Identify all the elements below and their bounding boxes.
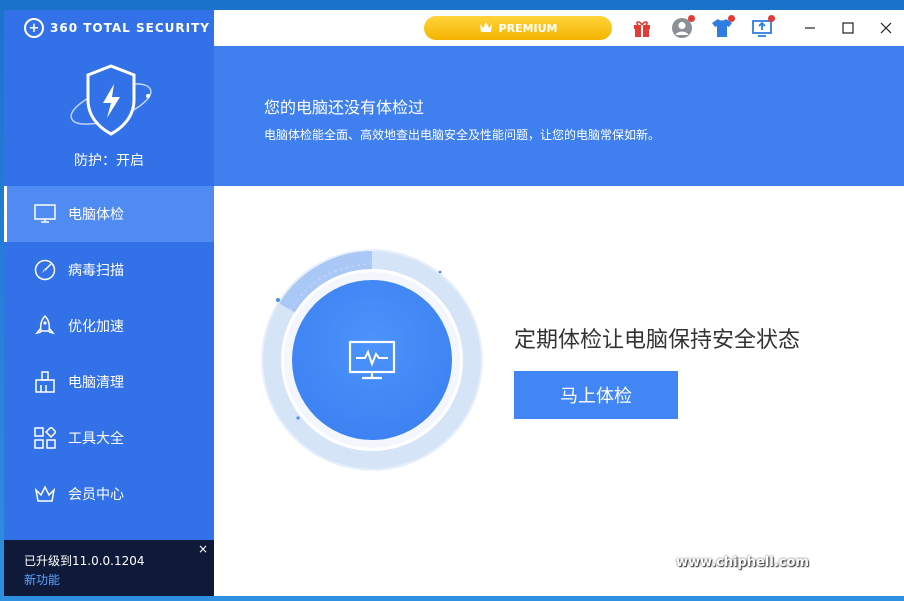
broom-icon xyxy=(34,371,56,393)
grid-icon xyxy=(34,427,56,449)
rocket-icon xyxy=(34,315,56,337)
sidebar-item-label: 会员中心 xyxy=(68,487,124,503)
sidebar-item-virus-scan[interactable]: 病毒扫描 xyxy=(4,242,214,298)
monitor-pulse-icon xyxy=(348,340,396,384)
gift-icon[interactable] xyxy=(630,16,654,40)
banner-subtitle: 电脑体检能全面、高效地查出电脑安全及性能问题，让您的电脑常保如新。 xyxy=(264,128,661,142)
crown-icon xyxy=(479,21,493,36)
chiphell-watermark-logo xyxy=(800,486,896,594)
checkup-tagline: 定期体检让电脑保持安全状态 xyxy=(514,328,801,353)
sidebar-item-label: 工具大全 xyxy=(68,431,124,447)
notification-dot xyxy=(688,15,695,22)
shield-icon xyxy=(66,62,156,142)
crown-icon xyxy=(34,483,56,505)
close-update-icon[interactable]: × xyxy=(198,542,208,556)
radar-icon xyxy=(34,259,56,281)
protection-status: 防护：开启 xyxy=(74,153,144,169)
sidebar-item-label: 电脑清理 xyxy=(68,375,124,391)
premium-button[interactable]: PREMIUM xyxy=(424,16,612,40)
checkup-dial xyxy=(260,248,484,472)
sidebar-item-checkup[interactable]: 电脑体检 xyxy=(4,186,214,242)
status-banner: 您的电脑还没有体检过 电脑体检能全面、高效地查出电脑安全及性能问题，让您的电脑常… xyxy=(214,46,904,186)
update-version-text: 已升级到11.0.0.1204 xyxy=(24,554,145,568)
maximize-button[interactable] xyxy=(836,16,860,40)
premium-label: PREMIUM xyxy=(498,21,558,35)
notification-dot xyxy=(728,15,735,22)
sidebar-item-label: 病毒扫描 xyxy=(68,263,124,279)
upload-icon[interactable] xyxy=(750,15,775,40)
tshirt-icon[interactable] xyxy=(710,15,735,40)
brand-name: 360 TOTAL SECURITY xyxy=(50,21,210,35)
sidebar-item-label: 优化加速 xyxy=(68,319,124,335)
sidebar-item-label: 电脑体检 xyxy=(68,207,124,223)
sidebar-item-tools[interactable]: 工具大全 xyxy=(4,410,214,466)
brand: + 360 TOTAL SECURITY xyxy=(4,10,214,46)
sidebar-item-cleanup[interactable]: 电脑清理 xyxy=(4,354,214,410)
start-checkup-button[interactable]: 马上体检 xyxy=(514,371,678,419)
sidebar-nav: 电脑体检 病毒扫描 优化加速 电脑清理 工具大全 会员中心 xyxy=(4,186,214,522)
sidebar-item-speedup[interactable]: 优化加速 xyxy=(4,298,214,354)
minimize-button[interactable] xyxy=(798,16,822,40)
sidebar-item-membership[interactable]: 会员中心 xyxy=(4,466,214,522)
title-bar: PREMIUM xyxy=(214,10,904,46)
app-window: + 360 TOTAL SECURITY 防护：开启 电脑体检 病毒扫描 优化加… xyxy=(4,10,904,596)
new-features-link[interactable]: 新功能 xyxy=(24,571,214,588)
banner-title: 您的电脑还没有体检过 xyxy=(264,98,425,117)
sidebar: + 360 TOTAL SECURITY 防护：开启 电脑体检 病毒扫描 优化加… xyxy=(4,10,214,596)
close-button[interactable] xyxy=(874,16,898,40)
update-notice: 已升级到11.0.0.1204 新功能 × xyxy=(4,540,214,596)
monitor-icon xyxy=(34,203,56,225)
watermark-url: www.chiphell.com xyxy=(676,555,809,570)
user-icon[interactable] xyxy=(670,15,695,40)
brand-logo-icon: + xyxy=(24,18,44,38)
notification-dot xyxy=(768,15,775,22)
